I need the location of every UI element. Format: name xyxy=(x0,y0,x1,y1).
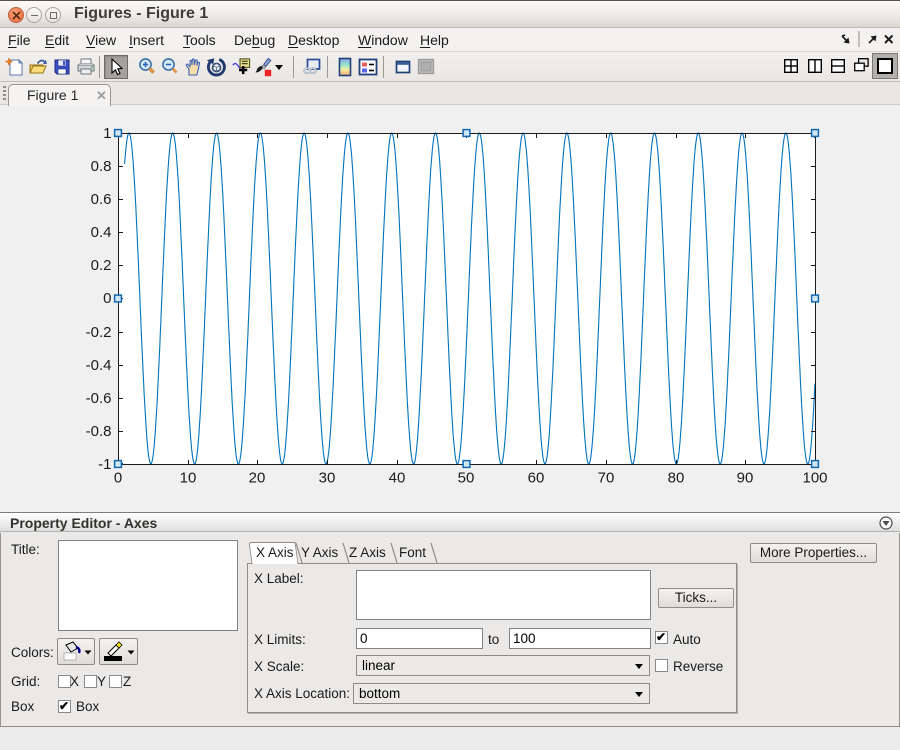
svg-text:0.2: 0.2 xyxy=(91,257,112,274)
svg-text:20: 20 xyxy=(249,470,266,487)
svg-text:80: 80 xyxy=(668,470,685,487)
svg-text:70: 70 xyxy=(598,470,615,487)
svg-text:100: 100 xyxy=(802,470,827,487)
svg-text:0: 0 xyxy=(114,470,122,487)
svg-text:-0.6: -0.6 xyxy=(86,390,112,407)
svg-text:0.4: 0.4 xyxy=(91,224,112,241)
svg-text:1: 1 xyxy=(103,125,111,142)
svg-text:90: 90 xyxy=(737,470,754,487)
svg-text:-1: -1 xyxy=(98,456,111,473)
svg-text:0: 0 xyxy=(103,290,111,307)
svg-text:40: 40 xyxy=(389,470,406,487)
svg-text:50: 50 xyxy=(458,470,475,487)
svg-text:0.8: 0.8 xyxy=(91,158,112,175)
svg-text:60: 60 xyxy=(528,470,545,487)
svg-text:0.6: 0.6 xyxy=(91,191,112,208)
svg-text:10: 10 xyxy=(180,470,197,487)
svg-text:30: 30 xyxy=(319,470,336,487)
svg-text:-0.4: -0.4 xyxy=(86,357,112,374)
svg-text:-0.8: -0.8 xyxy=(86,423,112,440)
svg-text:-0.2: -0.2 xyxy=(86,324,112,341)
